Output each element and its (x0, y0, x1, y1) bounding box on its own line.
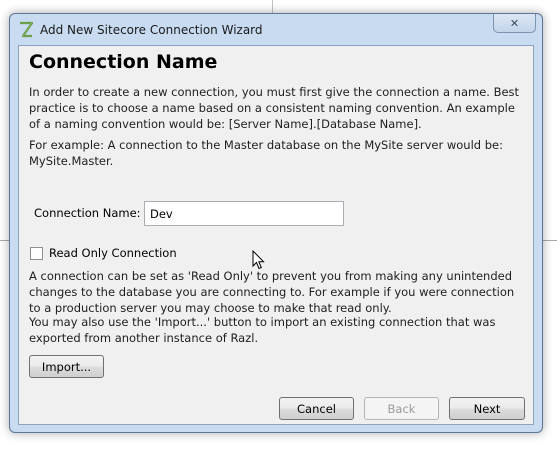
background-divider (272, 0, 273, 13)
intro-text: In order to create a new connection, you… (29, 85, 520, 131)
background-divider (0, 240, 9, 241)
title-bar[interactable]: Add New Sitecore Connection Wizard ✕ (10, 14, 542, 46)
connection-name-input[interactable] (144, 201, 344, 226)
next-button[interactable]: Next (449, 397, 525, 420)
close-icon: ✕ (509, 16, 520, 30)
razl-logo-icon (20, 21, 34, 38)
example-text: For example: A connection to the Master … (29, 138, 503, 168)
wizard-content: Connection Name In order to create a new… (18, 45, 534, 425)
background-divider (543, 240, 557, 241)
read-only-checkbox-row[interactable]: Read Only Connection (30, 246, 177, 260)
back-button[interactable]: Back (364, 397, 439, 420)
window-title: Add New Sitecore Connection Wizard (40, 23, 263, 37)
page-title: Connection Name (29, 51, 218, 73)
read-only-label[interactable]: Read Only Connection (49, 246, 177, 260)
wizard-dialog: Add New Sitecore Connection Wizard ✕ Con… (9, 13, 543, 433)
read-only-checkbox[interactable] (30, 246, 43, 260)
import-info-text: You may also use the 'Import...' button … (29, 315, 496, 345)
connection-name-label: Connection Name: (34, 206, 141, 220)
cancel-button[interactable]: Cancel (279, 397, 354, 420)
close-button[interactable]: ✕ (493, 14, 536, 33)
mouse-cursor-icon (252, 250, 265, 270)
import-button[interactable]: Import... (29, 355, 104, 378)
read-only-info-text: A connection can be set as 'Read Only' t… (29, 269, 515, 315)
